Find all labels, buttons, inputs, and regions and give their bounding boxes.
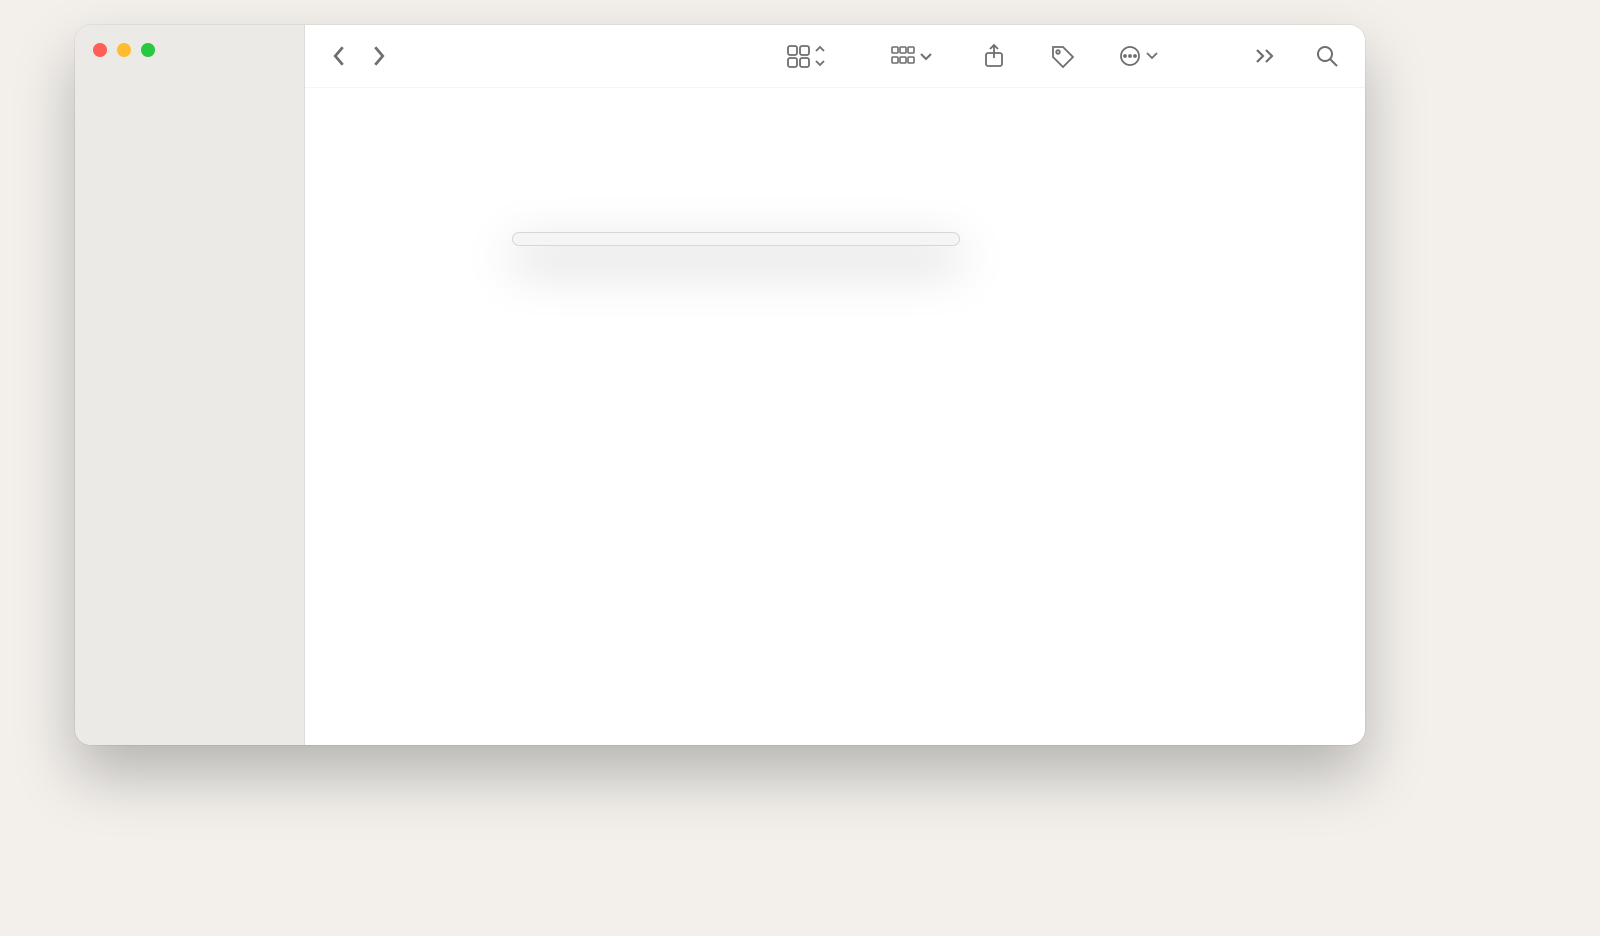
minimize-window-button[interactable]: [117, 43, 131, 57]
main-pane: [305, 25, 1365, 745]
search-button[interactable]: [1311, 40, 1343, 72]
toolbar: [305, 25, 1365, 88]
nav-back-button[interactable]: [327, 42, 351, 70]
sidebar-section-icloud: [75, 93, 304, 117]
tags-button[interactable]: [1045, 39, 1079, 73]
sidebar: [75, 25, 305, 745]
toolbar-overflow-button[interactable]: [1251, 44, 1279, 68]
actions-button[interactable]: [1115, 40, 1163, 72]
context-menu: [512, 232, 960, 246]
view-mode-button[interactable]: [783, 40, 829, 72]
finder-window: [75, 25, 1365, 745]
sidebar-section-locations: [75, 117, 304, 141]
share-button[interactable]: [979, 39, 1009, 73]
group-by-button[interactable]: [887, 40, 937, 72]
close-window-button[interactable]: [93, 43, 107, 57]
icon-grid-area: [305, 88, 1365, 148]
sidebar-section-favorites: [75, 69, 304, 93]
traffic-lights: [75, 43, 304, 69]
maximize-window-button[interactable]: [141, 43, 155, 57]
nav-forward-button[interactable]: [367, 42, 391, 70]
